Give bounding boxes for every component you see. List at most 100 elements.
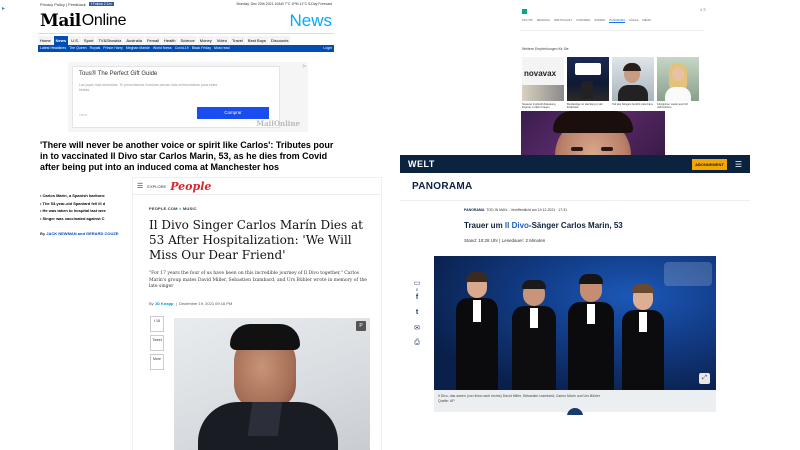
dm-byline-author[interactable]: JACK NEWMAN and GERARD COUZE [46,231,118,236]
tab-mehr[interactable]: MEHR [642,18,650,23]
dm-ad-title[interactable]: Tous® The Perfect Gift Guide [79,71,273,77]
welt-title-link[interactable]: Il Divo [505,221,529,230]
dm-subnav-covid[interactable]: Covid-19 [175,46,189,51]
dm-nav-us[interactable]: U.S. [69,36,82,45]
dm-sub-nav: Latest Headlines The Queen Royals Prince… [38,45,334,52]
dm-nav-bestbuys[interactable]: Best Buys [245,36,269,45]
tab-finanzen[interactable]: FINANZEN [576,18,590,23]
dm-logo-online[interactable]: Online [82,12,127,30]
welt-section-title[interactable]: PANORAMA [400,173,750,201]
tab-kuehle[interactable]: KÜHLE [629,18,638,23]
dm-ad-buy-button[interactable]: Comprar [197,107,269,119]
dm-subnav-latest[interactable]: Latest Headlines [40,46,66,51]
dm-nav-tvshowbiz[interactable]: TV&Showbiz [96,36,125,45]
dm-subnav-mostread[interactable]: Most read [214,46,230,51]
dm-login-link[interactable]: Login [323,46,332,51]
dm-nav-discounts[interactable]: Discounts [268,36,292,45]
mail-icon[interactable]: ✉ [412,324,422,339]
welt-subscribe-button[interactable]: ABONNEMENT [692,158,727,170]
welt-title-prefix: Trauer um [464,221,505,230]
facebook-icon[interactable]: f [412,294,422,309]
thumb-portrait-man[interactable] [612,57,654,101]
carlos-marin-photo[interactable]: P [174,318,370,450]
welt-logo[interactable]: WELT [408,159,435,169]
tab-meinung[interactable]: MEINUNG [537,18,550,23]
comment-icon[interactable]: ▭ 0 [412,279,422,294]
people-screenshot: ☰ EXPLORE People PEOPLE.COM > MUSIC Il D… [133,178,381,450]
dm-nav-money[interactable]: Money [197,36,215,45]
thumb-stadium[interactable] [567,57,609,101]
thumb-caption[interactable]: Königinnen Lieder aus fünf Jahrzehnten [657,103,699,110]
welt-caption-credit: Quelle: AP [438,399,455,403]
welt-share-bar: ▭ 0 f t ✉ ⎙ [412,279,422,354]
dm-nav-health[interactable]: Health [161,36,179,45]
dm-subnav-queen[interactable]: The Queen [69,46,87,51]
thumb-caption[interactable]: Tod des Sängers berührt viele Fans [612,103,654,110]
thumb-novavax[interactable]: novavax [522,57,564,101]
people-author-link[interactable]: JD Knapp [155,301,174,306]
people-article-title: Il Divo Singer Carlos Marín Dies at 53 A… [149,218,363,262]
breadcrumb-section[interactable]: MUSIC [183,206,197,211]
dm-nav-sport[interactable]: Sport [81,36,97,45]
dm-subnav-harry[interactable]: Prince Harry [103,46,122,51]
dm-ad-brand-small: TOUS [79,113,88,117]
dm-nav-video[interactable]: Video [214,36,230,45]
dm-date-weather: Monday, Dec 20th 2021 10AM 7°C 1PM 11°C … [236,2,332,6]
expand-icon[interactable]: ⤢ [699,373,710,384]
dm-subnav-world[interactable]: World News [153,46,172,51]
dm-bullet: He was taken to hospital last wee [40,207,106,215]
dm-nav-travel[interactable]: Travel [229,36,246,45]
thumb-caption[interactable]: Bundesliga vor Hamburg in der Endphase [567,103,609,110]
related-captions: Novavax Impfstoff-Zulassung Experte zu a… [522,103,699,110]
hamburger-menu-icon[interactable]: ☰ [137,182,143,190]
breadcrumb-site[interactable]: PEOPLE.COM [149,206,178,211]
print-icon[interactable]: ⎙ [412,339,422,354]
people-explore-link[interactable]: EXPLORE [147,184,166,189]
dm-nav-femail[interactable]: Femail [144,36,162,45]
dm-subnav-blackfriday[interactable]: Black Friday [192,46,211,51]
people-date: December 19, 2021 09:16 PM [178,301,233,306]
dm-nav-australia[interactable]: Australia [124,36,145,45]
dm-privacy-links[interactable]: Privacy Policy | Feedback [40,2,86,7]
dm-article-headline[interactable]: 'There will never be another voice or sp… [40,140,334,173]
dm-subnav-royals[interactable]: Royals [90,46,101,51]
tab-politik[interactable]: POLITIK [522,18,533,23]
related-thumbnails: novavax [522,57,699,101]
breadcrumb: PEOPLE.COM > MUSIC [149,206,197,211]
dm-article-bullets: Carlos Marin, a Spanish baritone The 53-… [40,192,106,222]
dm-nav-home[interactable]: Home [38,36,54,45]
site-logo-icon[interactable] [522,9,527,14]
hamburger-menu-icon[interactable]: ☰ [735,160,742,169]
people-share-bar: f 18 Tweet More [150,316,164,373]
facebook-share-button[interactable]: f 18 [150,316,164,332]
dm-nav-news[interactable]: News [53,36,70,45]
il-divo-group-photo[interactable]: ⤢ [434,256,716,390]
pinterest-icon[interactable]: P [356,321,366,331]
welt-title-suffix: -Sänger Carlos Marin, 53 [528,221,623,230]
dm-facebook-follow-button[interactable]: f Follow 2.1m [88,2,114,6]
welt-kicker: PANORAMA TOD IN MAN... Veröffentlicht am… [464,208,567,212]
dm-logo-mail[interactable]: Mail [40,11,81,31]
related-title: Weitere Empfehlungen für Sie [522,47,569,51]
dm-nav-science[interactable]: Science [178,36,198,45]
tab-panorama[interactable]: PANORAMA [609,18,626,23]
welt-article-meta: Stand: 10:28 Uhr | Lesedauer: 2 Minuten [464,238,546,243]
welt-screenshot: WELT ABONNEMENT ☰ PANORAMA PANORAMA TOD … [400,155,750,415]
search-menu-icons[interactable]: ⚲ ☰ [700,8,706,12]
twitter-share-button[interactable]: Tweet [150,335,164,351]
novavax-label: novavax [524,69,557,78]
tab-wirtschaft[interactable]: WIRTSCHAFT [554,18,572,23]
welt-kicker-section[interactable]: PANORAMA [464,208,484,212]
dm-ad-card[interactable]: Tous® The Perfect Gift Guide Las joyas m… [72,66,280,128]
ad-info-icon[interactable]: ▷ [303,63,306,68]
people-logo[interactable]: People [170,180,211,193]
welt-topbar: WELT ABONNEMENT ☰ [400,155,750,173]
dm-byline: By JACK NEWMAN and GERARD COUZE [40,231,118,236]
more-share-button[interactable]: More [150,354,164,370]
twitter-icon[interactable]: t [412,309,422,324]
thumb-portrait-woman[interactable] [657,57,699,101]
tab-wissen[interactable]: WISSEN [594,18,605,23]
dm-mailonline-watermark: MailOnline [256,119,300,128]
dm-subnav-meghan[interactable]: Meghan Markle [126,46,150,51]
thumb-caption[interactable]: Novavax Impfstoff-Zulassung Experte zu a… [522,103,564,110]
